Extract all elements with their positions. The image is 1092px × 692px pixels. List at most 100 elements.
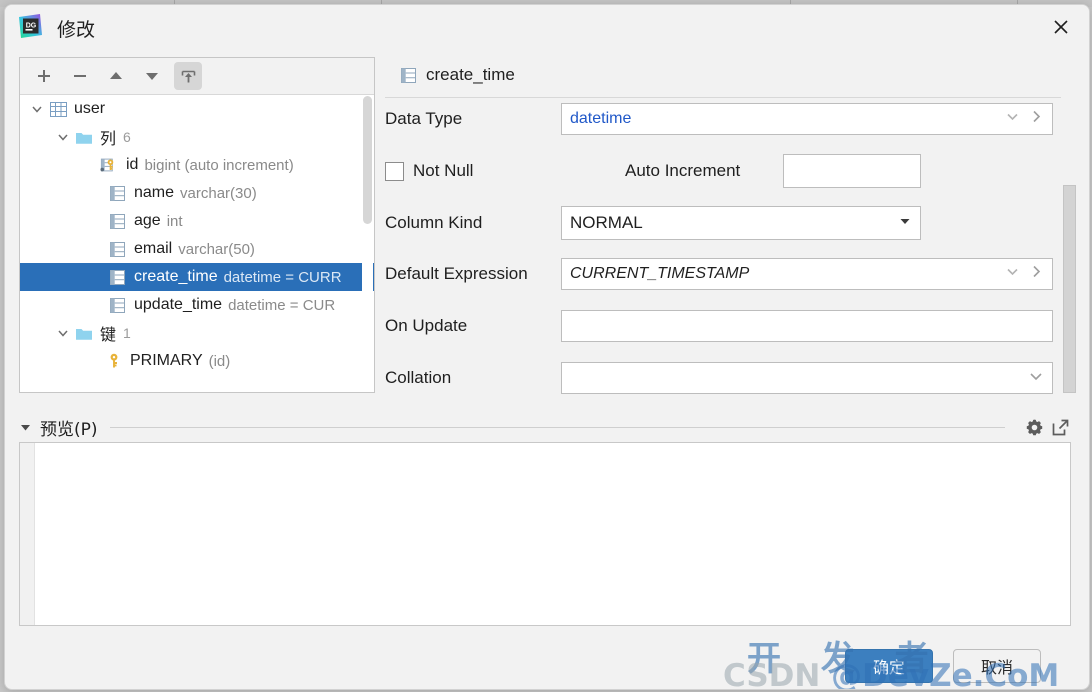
not-null-label: Not Null <box>413 161 474 180</box>
remove-button[interactable] <box>66 62 94 90</box>
tree-item-label: id <box>126 156 139 173</box>
chevron-down-icon[interactable] <box>28 100 46 118</box>
key-icon <box>104 352 124 370</box>
watermark-prefix: CSDN <box>723 658 832 690</box>
tree-item-label: name <box>134 184 175 201</box>
open-in-new-window-icon[interactable] <box>1049 416 1071 438</box>
move-down-button[interactable] <box>138 62 166 90</box>
data-type-input[interactable]: datetime <box>561 103 1053 135</box>
chevron-down-icon[interactable] <box>54 128 72 146</box>
header-divider <box>385 97 1061 98</box>
tree-item-column-create-time[interactable]: create_time datetime = CURR <box>20 263 374 291</box>
export-up-icon[interactable] <box>174 62 202 90</box>
dialog-title: 修改 <box>57 19 96 41</box>
tree-item-meta: varchar(30) <box>180 184 257 202</box>
tree-item-column-age[interactable]: age int <box>20 207 374 235</box>
tree-item-label: age <box>134 212 161 229</box>
form-vertical-scrollbar[interactable] <box>1063 185 1077 395</box>
tree-item-label: update_time <box>134 296 223 313</box>
tree-vertical-scrollbar[interactable] <box>362 96 373 341</box>
default-expression-input[interactable]: CURRENT_TIMESTAMP <box>561 258 1053 290</box>
folder-icon <box>74 128 94 146</box>
column-kind-value: NORMAL <box>570 213 643 232</box>
gear-icon[interactable] <box>1023 416 1045 438</box>
modify-column-dialog: DG 修改 user 列 6 id bigint (auto increment… <box>4 4 1090 690</box>
tree-item-label: user <box>74 100 106 117</box>
tree-item-column-id[interactable]: id bigint (auto increment) <box>20 151 374 179</box>
column-icon <box>108 268 128 286</box>
tree-item-meta: varchar(50) <box>178 240 255 258</box>
form-scrollbar-thumb[interactable] <box>1063 185 1076 393</box>
column-icon <box>108 240 128 258</box>
tree-item-columns-folder[interactable]: 列 6 <box>20 123 374 151</box>
column-kind-select[interactable]: NORMAL <box>561 206 921 240</box>
tree-item-column-name[interactable]: name varchar(30) <box>20 179 374 207</box>
column-icon <box>108 296 128 314</box>
add-button[interactable] <box>30 62 58 90</box>
default-expression-row: Default Expression CURRENT_TIMESTAMP <box>385 258 1061 290</box>
preview-content <box>44 449 1064 619</box>
tree-scrollbar-thumb[interactable] <box>363 96 372 224</box>
auto-increment-label: Auto Increment <box>625 161 741 180</box>
collation-select[interactable] <box>561 362 1053 394</box>
data-type-row: Data Type datetime <box>385 103 1061 135</box>
tree-item-keys-folder[interactable]: 键 1 <box>20 319 374 347</box>
preview-section-header[interactable]: 预览(P) <box>19 414 1071 440</box>
close-icon[interactable] <box>1039 7 1083 47</box>
tree-item-key-primary[interactable]: PRIMARY (id) <box>20 347 374 375</box>
auto-increment-input[interactable] <box>783 154 921 188</box>
column-icon <box>108 184 128 202</box>
column-key-icon <box>100 156 120 174</box>
column-header-label: create_time <box>426 65 515 84</box>
tree-item-count: 6 <box>123 129 131 145</box>
column-icon <box>108 212 128 230</box>
table-icon <box>48 100 68 118</box>
svg-text:DG: DG <box>26 23 37 30</box>
column-header: create_time <box>401 65 515 85</box>
data-type-value: datetime <box>570 110 632 127</box>
cancel-button[interactable]: 取消 <box>953 649 1041 683</box>
ok-button-label: 确定 <box>872 660 905 677</box>
move-up-button[interactable] <box>102 62 130 90</box>
chevron-down-icon[interactable] <box>898 213 912 233</box>
tree-item-label: email <box>134 240 173 257</box>
checkbox-box[interactable] <box>385 161 404 181</box>
default-expression-label: Default Expression <box>385 264 528 283</box>
on-update-row: On Update <box>385 310 1061 342</box>
ok-button[interactable]: 确定 <box>845 649 933 683</box>
preview-gutter <box>20 443 35 625</box>
chevron-down-icon[interactable] <box>1005 109 1020 129</box>
object-tree[interactable]: user 列 6 id bigint (auto increment) name… <box>20 95 374 392</box>
on-update-input[interactable] <box>561 310 1053 342</box>
tree-item-column-update-time[interactable]: update_time datetime = CUR <box>20 291 374 319</box>
tree-item-user[interactable]: user <box>20 95 374 123</box>
collation-label: Collation <box>385 368 452 387</box>
tree-item-label: PRIMARY <box>130 352 203 369</box>
preview-editor[interactable] <box>19 442 1071 626</box>
not-null-row: Not Null Auto Increment <box>385 154 1061 188</box>
column-kind-row: Column Kind NORMAL <box>385 206 1061 240</box>
preview-title: 预览(P) <box>40 419 98 440</box>
tree-item-meta: bigint (auto increment) <box>144 156 294 174</box>
chevron-down-icon[interactable] <box>54 324 72 342</box>
chevron-down-icon[interactable] <box>1005 264 1020 284</box>
cancel-button-label: 取消 <box>980 660 1013 677</box>
tree-item-label: create_time <box>134 268 218 285</box>
column-kind-label: Column Kind <box>385 213 483 232</box>
column-properties-panel: create_time Data Type datetime Not Null … <box>385 57 1077 395</box>
data-type-label: Data Type <box>385 109 463 128</box>
not-null-checkbox[interactable]: Not Null <box>385 161 625 181</box>
tree-item-meta: (id) <box>208 352 231 370</box>
chevron-right-icon[interactable] <box>1029 109 1044 129</box>
object-tree-panel: user 列 6 id bigint (auto increment) name… <box>19 57 375 393</box>
collation-row: Collation <box>385 362 1061 394</box>
folder-icon <box>74 324 94 342</box>
tree-item-column-email[interactable]: email varchar(50) <box>20 235 374 263</box>
datagrip-logo-icon: DG <box>15 11 45 41</box>
triangle-down-icon[interactable] <box>19 421 32 434</box>
column-icon <box>401 67 418 83</box>
chevron-down-icon[interactable] <box>1028 368 1044 389</box>
tree-item-meta: int <box>166 212 183 230</box>
chevron-right-icon[interactable] <box>1029 264 1044 284</box>
on-update-label: On Update <box>385 316 468 335</box>
